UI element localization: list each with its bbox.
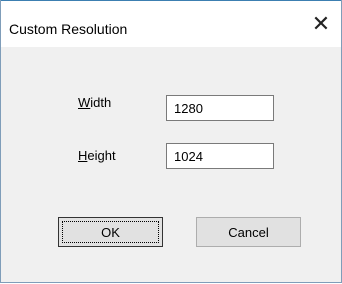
width-label: Width: [78, 95, 111, 110]
custom-resolution-dialog: Custom Resolution ✕ Width Height OK Canc…: [0, 0, 342, 283]
close-icon: ✕: [311, 11, 331, 37]
width-label-accelerator: W: [78, 95, 91, 110]
ok-button-label: OK: [101, 224, 120, 240]
ok-button[interactable]: OK: [58, 217, 163, 247]
height-label-accelerator: H: [78, 148, 88, 163]
height-label: Height: [78, 148, 116, 163]
cancel-button[interactable]: Cancel: [196, 217, 301, 247]
width-label-text: idth: [90, 95, 112, 110]
height-input[interactable]: [166, 143, 274, 169]
close-button[interactable]: ✕: [301, 2, 341, 46]
height-label-text: eight: [87, 148, 116, 163]
title-bar[interactable]: Custom Resolution ✕: [1, 0, 341, 47]
dialog-title: Custom Resolution: [9, 21, 128, 37]
cancel-button-label: Cancel: [228, 224, 269, 240]
width-input[interactable]: [166, 95, 274, 121]
